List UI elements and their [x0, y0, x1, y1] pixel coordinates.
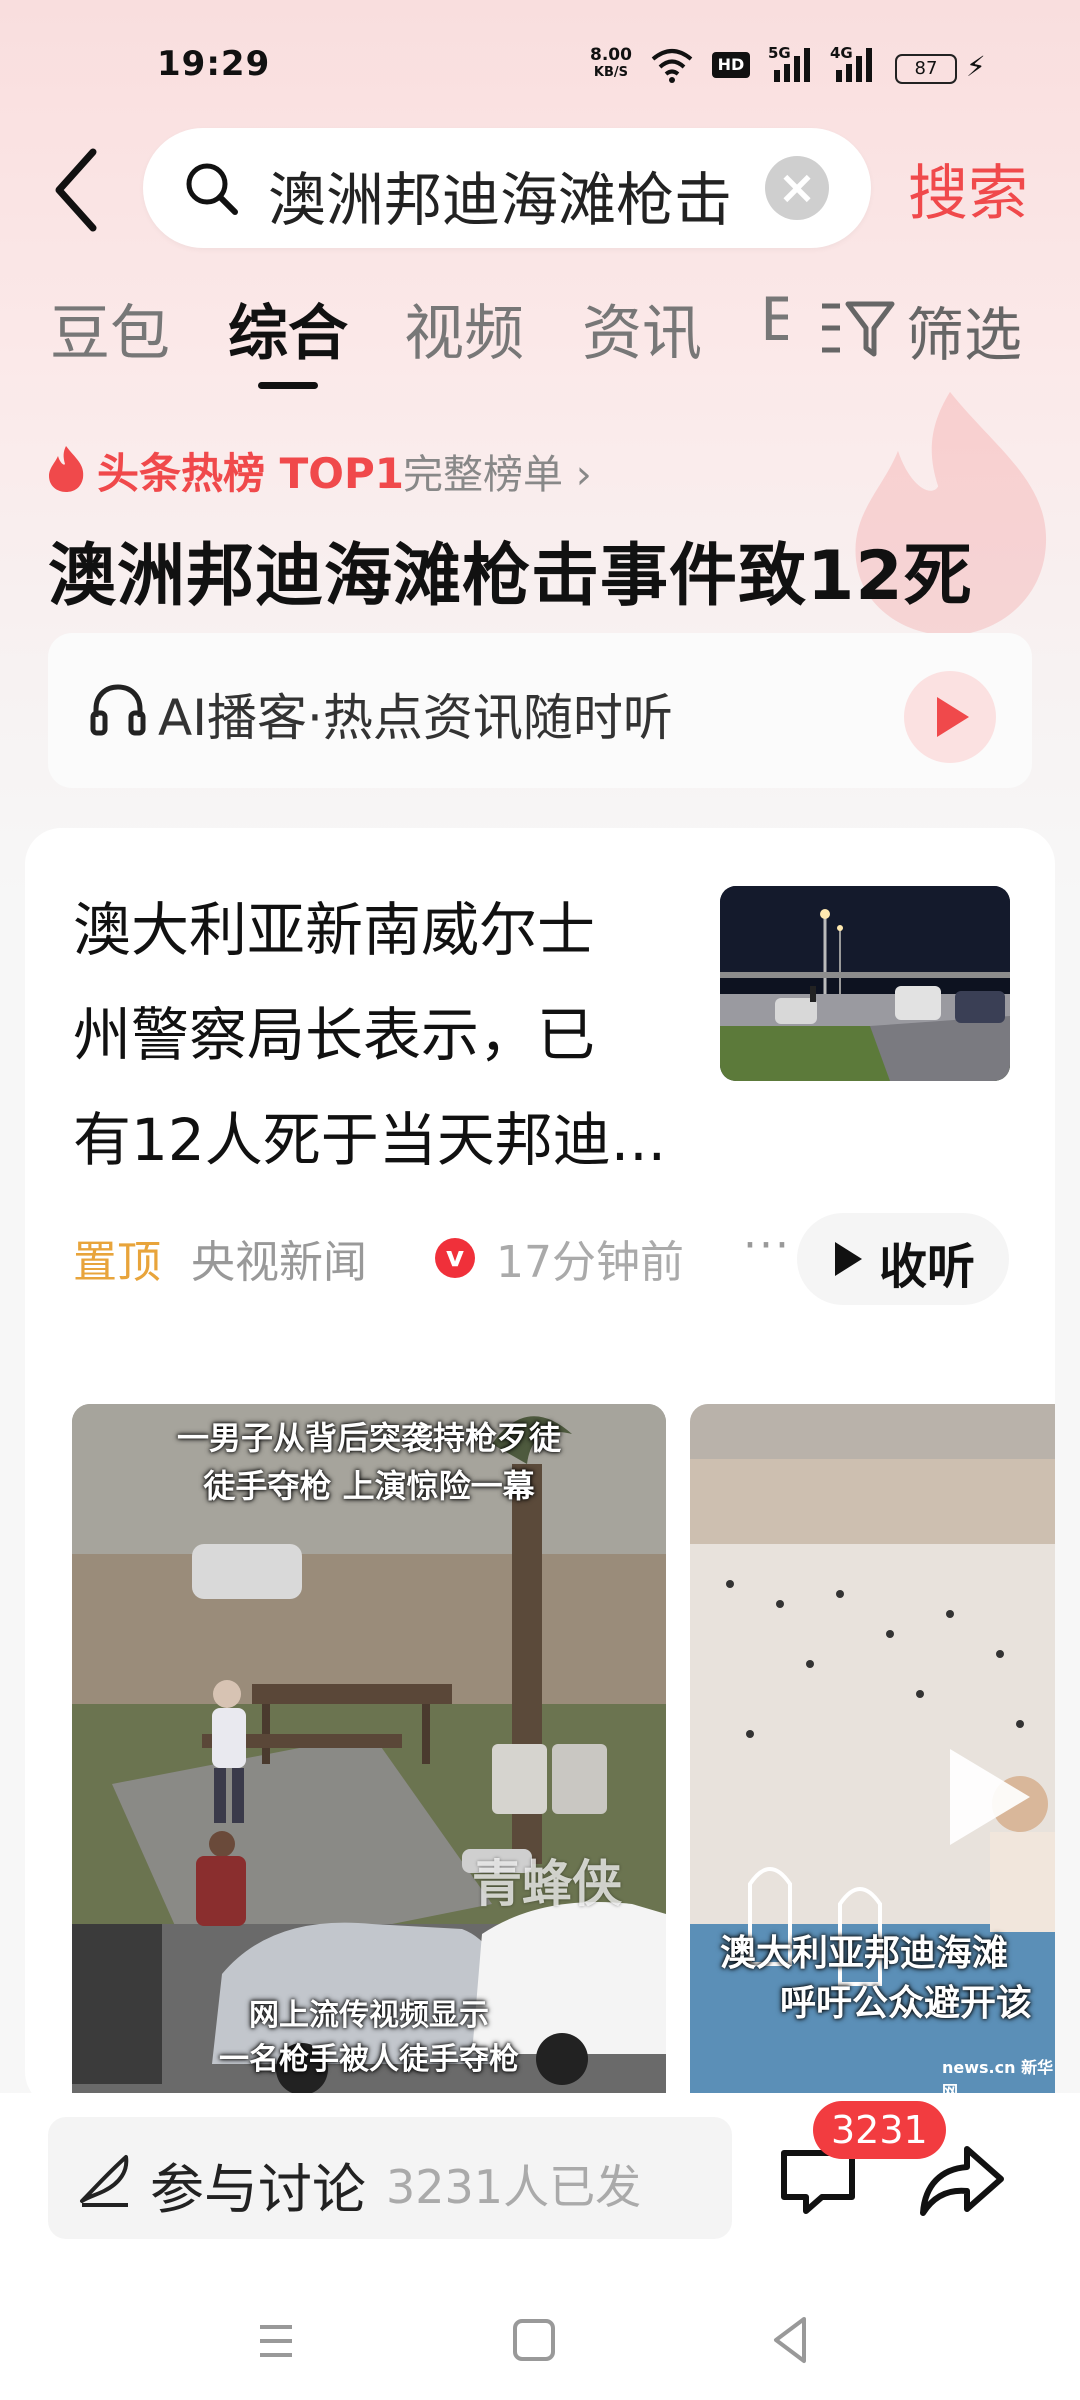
flame-icon	[49, 446, 84, 492]
search-query: 澳洲邦迪海滩枪击	[268, 166, 733, 234]
video-caption-line: 澳大利亚邦迪海滩	[720, 1933, 1009, 1974]
home-icon[interactable]	[513, 2319, 555, 2361]
search-icon	[186, 163, 238, 215]
tab-more[interactable]: E	[760, 285, 788, 355]
video-watermark: 青蜂侠	[472, 1855, 622, 1913]
hd-icon: HD	[712, 52, 750, 78]
network-speed-value: 8.00	[590, 45, 632, 65]
tab-video[interactable]: 视频	[404, 285, 524, 372]
video-thumbnail[interactable]: 一男子从背后突袭持枪歹徒 徒手夺枪 上演惊险一幕 青蜂侠 网上流传视频显示 一名…	[72, 1404, 666, 2109]
back-triangle-icon[interactable]	[770, 2315, 810, 2365]
filter-icon	[822, 301, 895, 357]
video-caption-line: 一男子从背后突袭持枪歹徒	[176, 1419, 561, 1457]
charging-icon: ⚡	[966, 50, 986, 83]
hot-list-badge: 头条热榜 TOP1	[97, 449, 404, 498]
video-caption-line: 徒手夺枪 上演惊险一幕	[203, 1467, 535, 1505]
active-tab-indicator	[258, 382, 318, 389]
news-time: 17分钟前	[496, 1237, 684, 1288]
news-title[interactable]: 澳大利亚新南威尔士 州警察局长表示，已 有12人死于当天邦迪...	[73, 878, 673, 1193]
tab-comprehensive[interactable]: 综合	[228, 285, 348, 372]
share-icon[interactable]	[917, 2141, 1007, 2221]
ai-podcast-card[interactable]: AI播客·热点资讯随时听	[48, 633, 1032, 788]
filter-button[interactable]: 筛选	[818, 290, 1048, 370]
news-title-line: 州警察局长表示，已	[73, 1001, 596, 1069]
video-caption: 澳大利亚邦迪海滩 呼吁公众避开该	[720, 1929, 1032, 2029]
clear-icon[interactable]: ×	[765, 156, 829, 220]
ai-podcast-label: AI播客·热点资讯随时听	[158, 689, 673, 747]
status-time: 19:29	[157, 44, 271, 84]
verified-icon: v	[435, 1238, 475, 1278]
network-speed: 8.00 KB/S	[590, 46, 632, 82]
status-bar: 19:29 8.00 KB/S HD 5G 4G 87 ⚡	[0, 0, 1080, 130]
search-button[interactable]: 搜索	[908, 145, 1028, 232]
listen-label: 收听	[879, 1239, 976, 1295]
video-caption-line: 呼吁公众避开该	[780, 1983, 1033, 2024]
wifi-icon	[651, 49, 693, 83]
news-source[interactable]: 央视新闻	[191, 1226, 367, 1290]
video-caption-top: 一男子从背后突袭持枪歹徒 徒手夺枪 上演惊险一幕	[72, 1414, 666, 1510]
network-speed-unit: KB/S	[593, 65, 629, 80]
hot-topic-title[interactable]: 澳洲邦迪海滩枪击事件致12死	[48, 520, 973, 619]
play-button[interactable]	[904, 671, 996, 763]
tab-doubao[interactable]: 豆包	[50, 285, 170, 372]
video-caption-line: 一名枪手被人徒手夺枪	[219, 2042, 519, 2077]
discussion-input[interactable]: 参与讨论 3231人已发	[48, 2117, 732, 2239]
video-play-icon[interactable]	[950, 1749, 1030, 1845]
pinned-label: 置顶	[73, 1237, 161, 1288]
menu-icon[interactable]	[256, 2321, 296, 2361]
tab-news[interactable]: 资讯	[582, 285, 702, 372]
more-options-icon[interactable]: ···	[743, 1220, 791, 1271]
news-title-line: 有12人死于当天邦迪...	[73, 1106, 667, 1174]
filter-label: 筛选	[906, 301, 1023, 369]
news-card[interactable]: 澳大利亚新南威尔士 州警察局长表示，已 有12人死于当天邦迪... 置顶 央视新…	[25, 828, 1055, 2109]
signal-5g-icon	[774, 48, 810, 82]
back-arrow-icon[interactable]	[45, 140, 115, 240]
news-thumbnail[interactable]	[720, 886, 1010, 1081]
headphones-icon	[90, 684, 146, 736]
search-input[interactable]: 澳洲邦迪海滩枪击 ×	[143, 128, 871, 248]
pen-icon	[80, 2155, 129, 2207]
signal-4g-icon	[836, 48, 872, 82]
bottom-action-bar: 参与讨论 3231人已发 3231	[0, 2093, 1080, 2293]
video-caption-line: 网上流传视频显示	[249, 1998, 489, 2033]
full-list-link[interactable]: 完整榜单 ›	[403, 442, 592, 500]
battery-level: 87	[895, 54, 957, 84]
news-title-line: 澳大利亚新南威尔士	[73, 896, 596, 964]
listen-button[interactable]: 收听	[797, 1213, 1009, 1305]
video-thumbnail[interactable]: 澳大利亚邦迪海滩 呼吁公众避开该 news.cn 新华网	[690, 1404, 1055, 2109]
play-icon	[835, 1242, 862, 1276]
video-caption-bottom: 网上流传视频显示 一名枪手被人徒手夺枪	[72, 1994, 666, 2082]
discussion-label: 参与讨论	[150, 2158, 366, 2221]
system-navigation-bar	[0, 2293, 1080, 2400]
play-icon	[937, 697, 969, 737]
discussion-count: 3231人已发	[386, 2160, 642, 2214]
